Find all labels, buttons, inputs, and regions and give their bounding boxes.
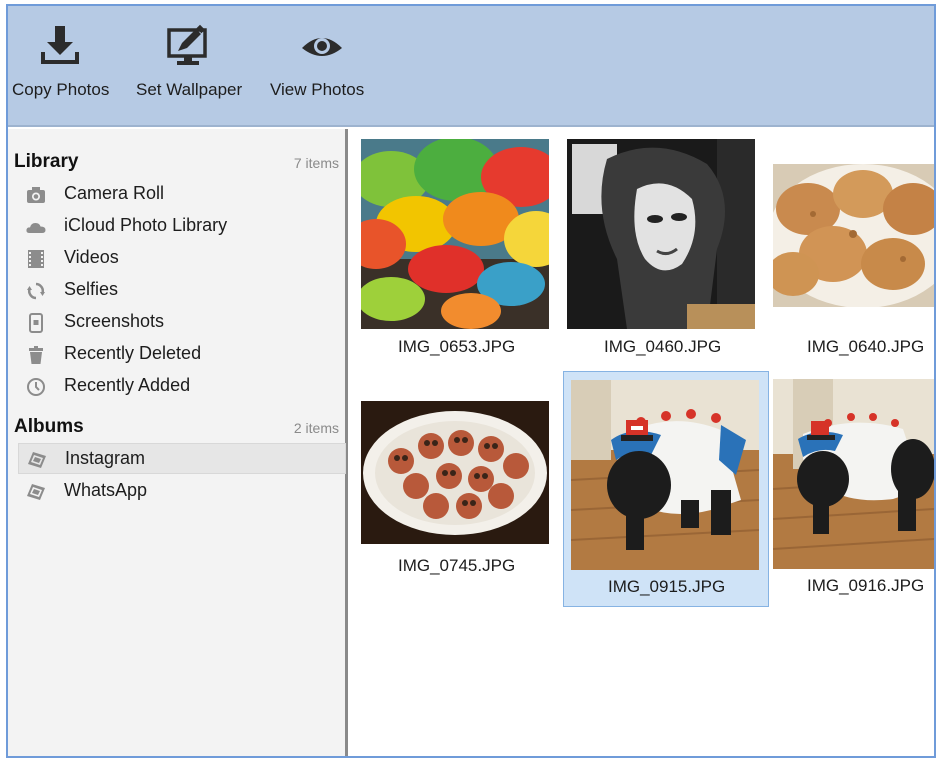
- sidebar-item-label: Recently Added: [64, 375, 191, 395]
- copy-photos-button[interactable]: Copy Photos: [8, 6, 120, 124]
- albums-section-header: Albums 2 items: [8, 414, 345, 442]
- sidebar-item-instagram[interactable]: Instagram: [18, 443, 346, 474]
- library-title: Library: [14, 151, 79, 172]
- album-icon: [28, 452, 46, 468]
- set-wallpaper-label: Set Wallpaper: [136, 80, 243, 99]
- sidebar-item-recently-added[interactable]: Recently Added: [18, 371, 346, 402]
- albums-count: 2 items: [293, 420, 339, 436]
- trash-icon: [29, 346, 43, 364]
- film-icon: [28, 250, 44, 268]
- photo-thumbnail: [773, 164, 934, 307]
- photo-grid: IMG_0653.JPG IMG_0460.JPG IMG_0640.JPG I…: [351, 129, 934, 756]
- library-section-header: Library 7 items: [8, 149, 345, 177]
- cloud-icon: [26, 223, 46, 233]
- sidebar-item-label: WhatsApp: [64, 480, 148, 500]
- photo-thumbnail: [571, 380, 759, 570]
- clock-icon: [27, 378, 45, 396]
- sidebar-item-screenshots[interactable]: Screenshots: [18, 307, 346, 338]
- sidebar-item-camera-roll[interactable]: Camera Roll: [18, 179, 346, 210]
- sidebar-item-label: Videos: [64, 247, 119, 267]
- download-icon: [41, 26, 79, 64]
- view-photos-label: View Photos: [270, 80, 365, 99]
- photo-thumbnail: [567, 139, 755, 329]
- sidebar-item-recently-deleted[interactable]: Recently Deleted: [18, 339, 346, 370]
- sidebar-item-label: Camera Roll: [64, 183, 165, 203]
- sidebar-item-label: Screenshots: [64, 311, 165, 331]
- sidebar-item-selfies[interactable]: Selfies: [18, 275, 346, 306]
- photo-filename: IMG_0640.JPG: [807, 337, 925, 356]
- set-wallpaper-button[interactable]: Set Wallpaper: [130, 6, 256, 124]
- photo-filename: IMG_0915.JPG: [608, 577, 726, 596]
- photo-filename: IMG_0653.JPG: [398, 337, 516, 356]
- photo-tile[interactable]: IMG_0653.JPG: [361, 139, 559, 364]
- photo-filename: IMG_0460.JPG: [604, 337, 722, 356]
- camera-icon: [27, 187, 45, 203]
- sidebar-item-label: Instagram: [65, 448, 146, 468]
- photos-app-window: Copy Photos Set Wallpaper View Photos Li…: [6, 4, 936, 758]
- rotate-icon: [27, 282, 45, 300]
- photo-thumbnail: [361, 139, 549, 329]
- photo-tile[interactable]: IMG_0916.JPG: [773, 374, 934, 606]
- photo-tile[interactable]: IMG_0745.JPG: [361, 374, 559, 606]
- copy-photos-label: Copy Photos: [12, 80, 110, 99]
- library-count: 7 items: [293, 155, 339, 171]
- albums-title: Albums: [14, 416, 84, 437]
- album-icon: [27, 484, 45, 500]
- photo-tile[interactable]: IMG_0915.JPG: [563, 371, 769, 607]
- sidebar-item-icloud[interactable]: iCloud Photo Library: [18, 211, 346, 242]
- sidebar-item-label: Recently Deleted: [64, 343, 202, 363]
- sidebar: Library 7 items Camera Roll iCloud Photo…: [8, 129, 348, 756]
- sidebar-item-label: Selfies: [64, 279, 119, 299]
- sidebar-item-videos[interactable]: Videos: [18, 243, 346, 274]
- view-photos-button[interactable]: View Photos: [266, 6, 378, 124]
- sidebar-item-label: iCloud Photo Library: [64, 215, 228, 235]
- toolbar: Copy Photos Set Wallpaper View Photos: [8, 6, 934, 127]
- phone-icon: [29, 313, 43, 333]
- eye-icon: [302, 38, 342, 56]
- wallpaper-icon: [167, 24, 207, 65]
- photo-tile[interactable]: IMG_0460.JPG: [567, 139, 765, 364]
- photo-filename: IMG_0916.JPG: [807, 576, 925, 595]
- photo-thumbnail: [361, 401, 549, 544]
- photo-filename: IMG_0745.JPG: [398, 556, 516, 575]
- photo-tile[interactable]: IMG_0640.JPG: [773, 139, 934, 364]
- photo-thumbnail: [773, 379, 934, 569]
- sidebar-item-whatsapp[interactable]: WhatsApp: [18, 476, 346, 507]
